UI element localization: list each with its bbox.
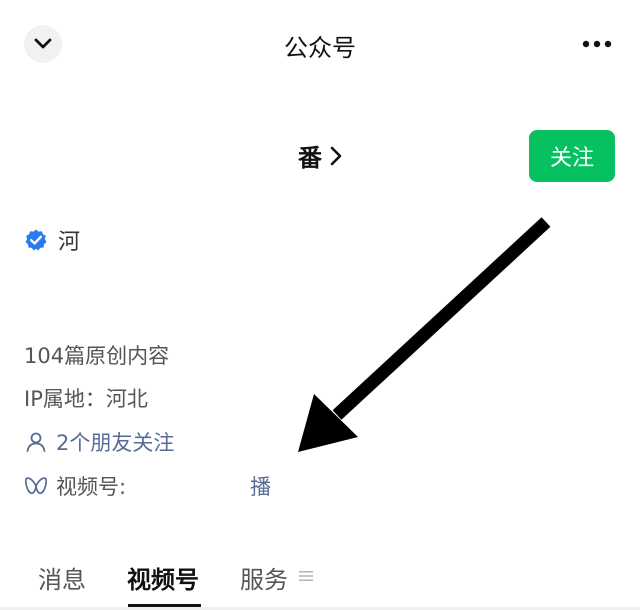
friends-following-text: 2个朋友关注 bbox=[56, 431, 175, 455]
tab-bar: 消息 视频号 服务 bbox=[0, 550, 640, 610]
verified-row[interactable]: 河 bbox=[24, 224, 80, 256]
ip-location: IP属地：河北 bbox=[24, 387, 148, 411]
tab-channels[interactable]: 视频号 bbox=[127, 560, 199, 595]
original-articles-count: 104篇原创内容 bbox=[24, 344, 170, 368]
collapse-button[interactable] bbox=[24, 25, 62, 63]
menu-lines-icon bbox=[299, 571, 313, 581]
channels-label: 视频号: bbox=[56, 475, 127, 499]
tab-services[interactable]: 服务 bbox=[240, 560, 288, 595]
verified-name: 河 bbox=[58, 230, 81, 255]
channels-butterfly-icon bbox=[24, 474, 48, 498]
person-icon bbox=[24, 430, 48, 454]
verified-badge-icon bbox=[24, 228, 48, 252]
chevron-right-icon bbox=[330, 146, 342, 166]
friends-following-link[interactable]: 2个朋友关注 bbox=[24, 427, 174, 457]
page-title: 公众号 bbox=[284, 34, 356, 62]
follow-button[interactable]: 关注 bbox=[529, 130, 615, 182]
tab-messages[interactable]: 消息 bbox=[38, 560, 86, 595]
account-profile-link[interactable]: 番 bbox=[298, 138, 342, 173]
channels-row[interactable]: 视频号: 播 bbox=[24, 471, 271, 501]
chevron-down-icon bbox=[34, 38, 52, 49]
more-dots-icon bbox=[582, 40, 612, 48]
annotation-arrow-icon bbox=[298, 217, 551, 452]
more-button[interactable] bbox=[582, 30, 612, 58]
account-name: 番 bbox=[298, 144, 322, 172]
channels-value[interactable]: 播 bbox=[250, 471, 271, 501]
top-bar: 公众号 bbox=[0, 0, 640, 90]
